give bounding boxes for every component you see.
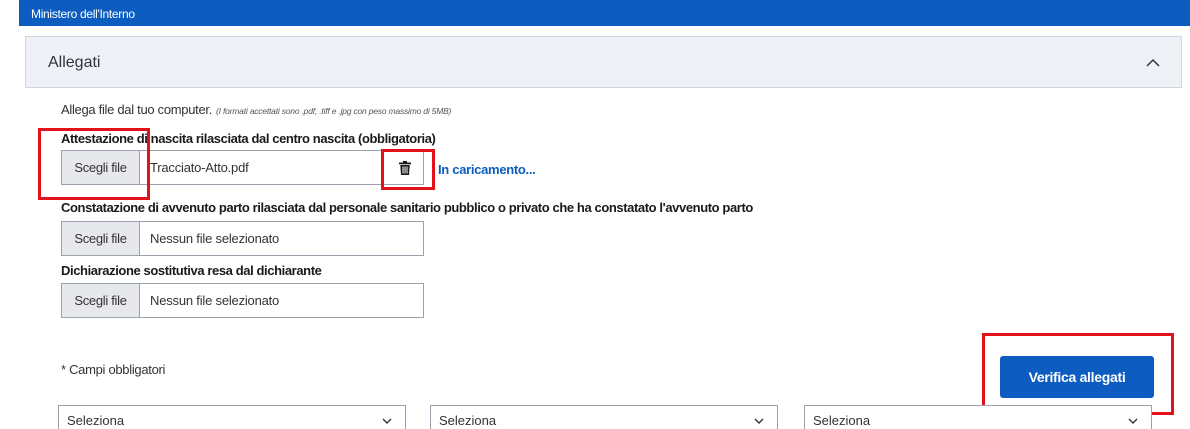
chevron-down-icon <box>382 418 392 424</box>
instructions-text: Allega file dal tuo computer. <box>61 102 213 117</box>
upload-status: In caricamento... <box>438 162 536 177</box>
chevron-up-icon[interactable] <box>1145 55 1161 71</box>
accepted-formats-note: (I formati accettati sono .pdf, .tiff e … <box>216 106 452 116</box>
select-dropdown-3[interactable]: Seleziona <box>804 405 1152 429</box>
selected-file-name: Tracciato-Atto.pdf <box>150 160 249 175</box>
upload-instructions: Allega file dal tuo computer. (I formati … <box>61 102 451 117</box>
choose-file-button[interactable]: Scegli file <box>62 284 140 317</box>
ministry-title: Ministero dell'Interno <box>31 7 135 21</box>
choose-file-button[interactable]: Scegli file <box>62 222 140 255</box>
accordion-title: Allegati <box>48 54 101 71</box>
highlight-choose-file <box>38 128 150 200</box>
select-value: Seleziona <box>67 413 125 428</box>
selected-file-name: Nessun file selezionato <box>150 231 280 246</box>
highlight-delete-button <box>381 149 435 190</box>
select-dropdown-2[interactable]: Seleziona <box>430 405 778 429</box>
top-bar: Ministero dell'Interno <box>19 0 1190 26</box>
chevron-down-icon <box>754 418 764 424</box>
accordion-allegati-header[interactable]: Allegati <box>25 36 1182 88</box>
highlight-verify-button <box>982 333 1174 415</box>
chevron-down-icon <box>1128 418 1138 424</box>
selected-file-name: Nessun file selezionato <box>150 293 280 308</box>
field-label-dichiarazione: Dichiarazione sostitutiva resa dal dichi… <box>61 263 322 278</box>
required-fields-note: * Campi obbligatori <box>61 362 166 377</box>
file-input-dichiarazione[interactable]: Scegli file Nessun file selezionato <box>61 283 424 318</box>
select-value: Seleziona <box>813 413 871 428</box>
field-label-constatazione: Constatazione di avvenuto parto rilascia… <box>61 200 753 215</box>
file-input-constatazione[interactable]: Scegli file Nessun file selezionato <box>61 221 424 256</box>
select-dropdown-1[interactable]: Seleziona <box>58 405 406 429</box>
select-value: Seleziona <box>439 413 497 428</box>
